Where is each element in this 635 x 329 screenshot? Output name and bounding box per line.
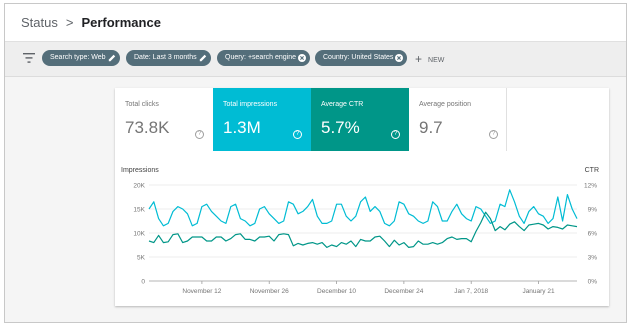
edit-icon[interactable] <box>108 54 116 62</box>
x-tick-label: December 10 <box>317 288 356 295</box>
metric-label: Average CTR <box>321 101 364 108</box>
help-icon[interactable]: ? <box>391 130 400 139</box>
x-tick-label: Jan 7, 2018 <box>454 288 488 295</box>
filter-chip-search-type[interactable]: Search type: Web <box>42 50 120 66</box>
filter-chip-label: Date: Last 3 months <box>134 54 197 61</box>
impressions-line <box>148 189 578 227</box>
chart-tick-labels: 0 0% 5K 3% 10K 6% 15K 9% 20K 12% November 12 Novemb… <box>133 183 597 296</box>
right-tick-label: 0% <box>588 279 598 286</box>
new-filter-button[interactable]: + NEW <box>415 53 444 67</box>
metric-label: Total clicks <box>125 101 159 108</box>
metric-total-clicks[interactable]: Total clicks 73.8K ? <box>115 88 213 151</box>
help-icon[interactable]: ? <box>293 130 302 139</box>
performance-chart: Impressions CTR 0 0% 5K 3% 10K 6% 15K 9% 20K 12% N… <box>121 167 599 296</box>
filter-icon[interactable] <box>23 53 35 63</box>
metric-average-position[interactable]: Average position 9.7 ? <box>409 88 507 151</box>
filter-chip-label: Query: +search engine <box>225 54 297 61</box>
right-tick-label: 3% <box>588 255 598 262</box>
metric-label: Total impressions <box>223 101 278 108</box>
help-icon[interactable]: ? <box>489 130 498 139</box>
metric-total-impressions[interactable]: Total impressions 1.3M ? <box>213 88 311 151</box>
metric-label: Average position <box>419 101 472 108</box>
new-filter-label: NEW <box>428 57 445 64</box>
performance-card: Total clicks 73.8K ? Total impressions 1… <box>115 88 609 306</box>
page-title: Performance <box>81 15 161 30</box>
ctr-line <box>148 211 578 249</box>
remove-icon[interactable] <box>395 54 403 62</box>
plus-icon: + <box>415 52 423 66</box>
metric-value: 1.3M <box>223 118 261 137</box>
page-header: Status > Performance <box>5 4 626 42</box>
metric-value: 9.7 <box>419 118 443 137</box>
x-tick-label: November 26 <box>250 288 289 295</box>
filter-chip-label: Search type: Web <box>50 54 106 61</box>
x-tick-label: December 24 <box>384 288 423 295</box>
left-tick-label: 5K <box>137 255 146 262</box>
filter-chip-query[interactable]: Query: +search engine <box>217 50 310 66</box>
metric-value: 5.7% <box>321 118 360 137</box>
right-axis-title: CTR <box>585 167 599 174</box>
metric-average-ctr[interactable]: Average CTR 5.7% ? <box>311 88 409 151</box>
filter-chip-date[interactable]: Date: Last 3 months <box>126 50 211 66</box>
remove-icon[interactable] <box>298 54 306 62</box>
left-tick-label: 0 <box>141 279 145 286</box>
metric-value: 73.8K <box>125 118 170 137</box>
left-axis-title: Impressions <box>121 167 159 174</box>
x-tick-label: November 12 <box>182 288 221 295</box>
edit-icon[interactable] <box>199 54 207 62</box>
help-icon[interactable]: ? <box>195 130 204 139</box>
left-tick-label: 20K <box>133 183 145 190</box>
right-tick-label: 6% <box>588 231 598 238</box>
filter-chip-label: Country: United States <box>323 54 394 61</box>
app-window: Status > Performance Search type: Web Date… <box>4 3 627 323</box>
x-tick-label: January 21 <box>522 288 555 295</box>
breadcrumb: Status > Performance <box>21 15 161 30</box>
right-tick-label: 12% <box>584 183 597 190</box>
breadcrumb-root[interactable]: Status <box>21 15 58 30</box>
chart-series <box>148 189 578 249</box>
filter-chip-country[interactable]: Country: United States <box>315 50 407 66</box>
right-tick-label: 9% <box>588 207 598 214</box>
left-tick-label: 10K <box>133 231 145 238</box>
filter-bar: Search type: Web Date: Last 3 months Que… <box>5 42 626 77</box>
left-tick-label: 15K <box>133 207 145 214</box>
breadcrumb-separator: > <box>65 15 74 30</box>
